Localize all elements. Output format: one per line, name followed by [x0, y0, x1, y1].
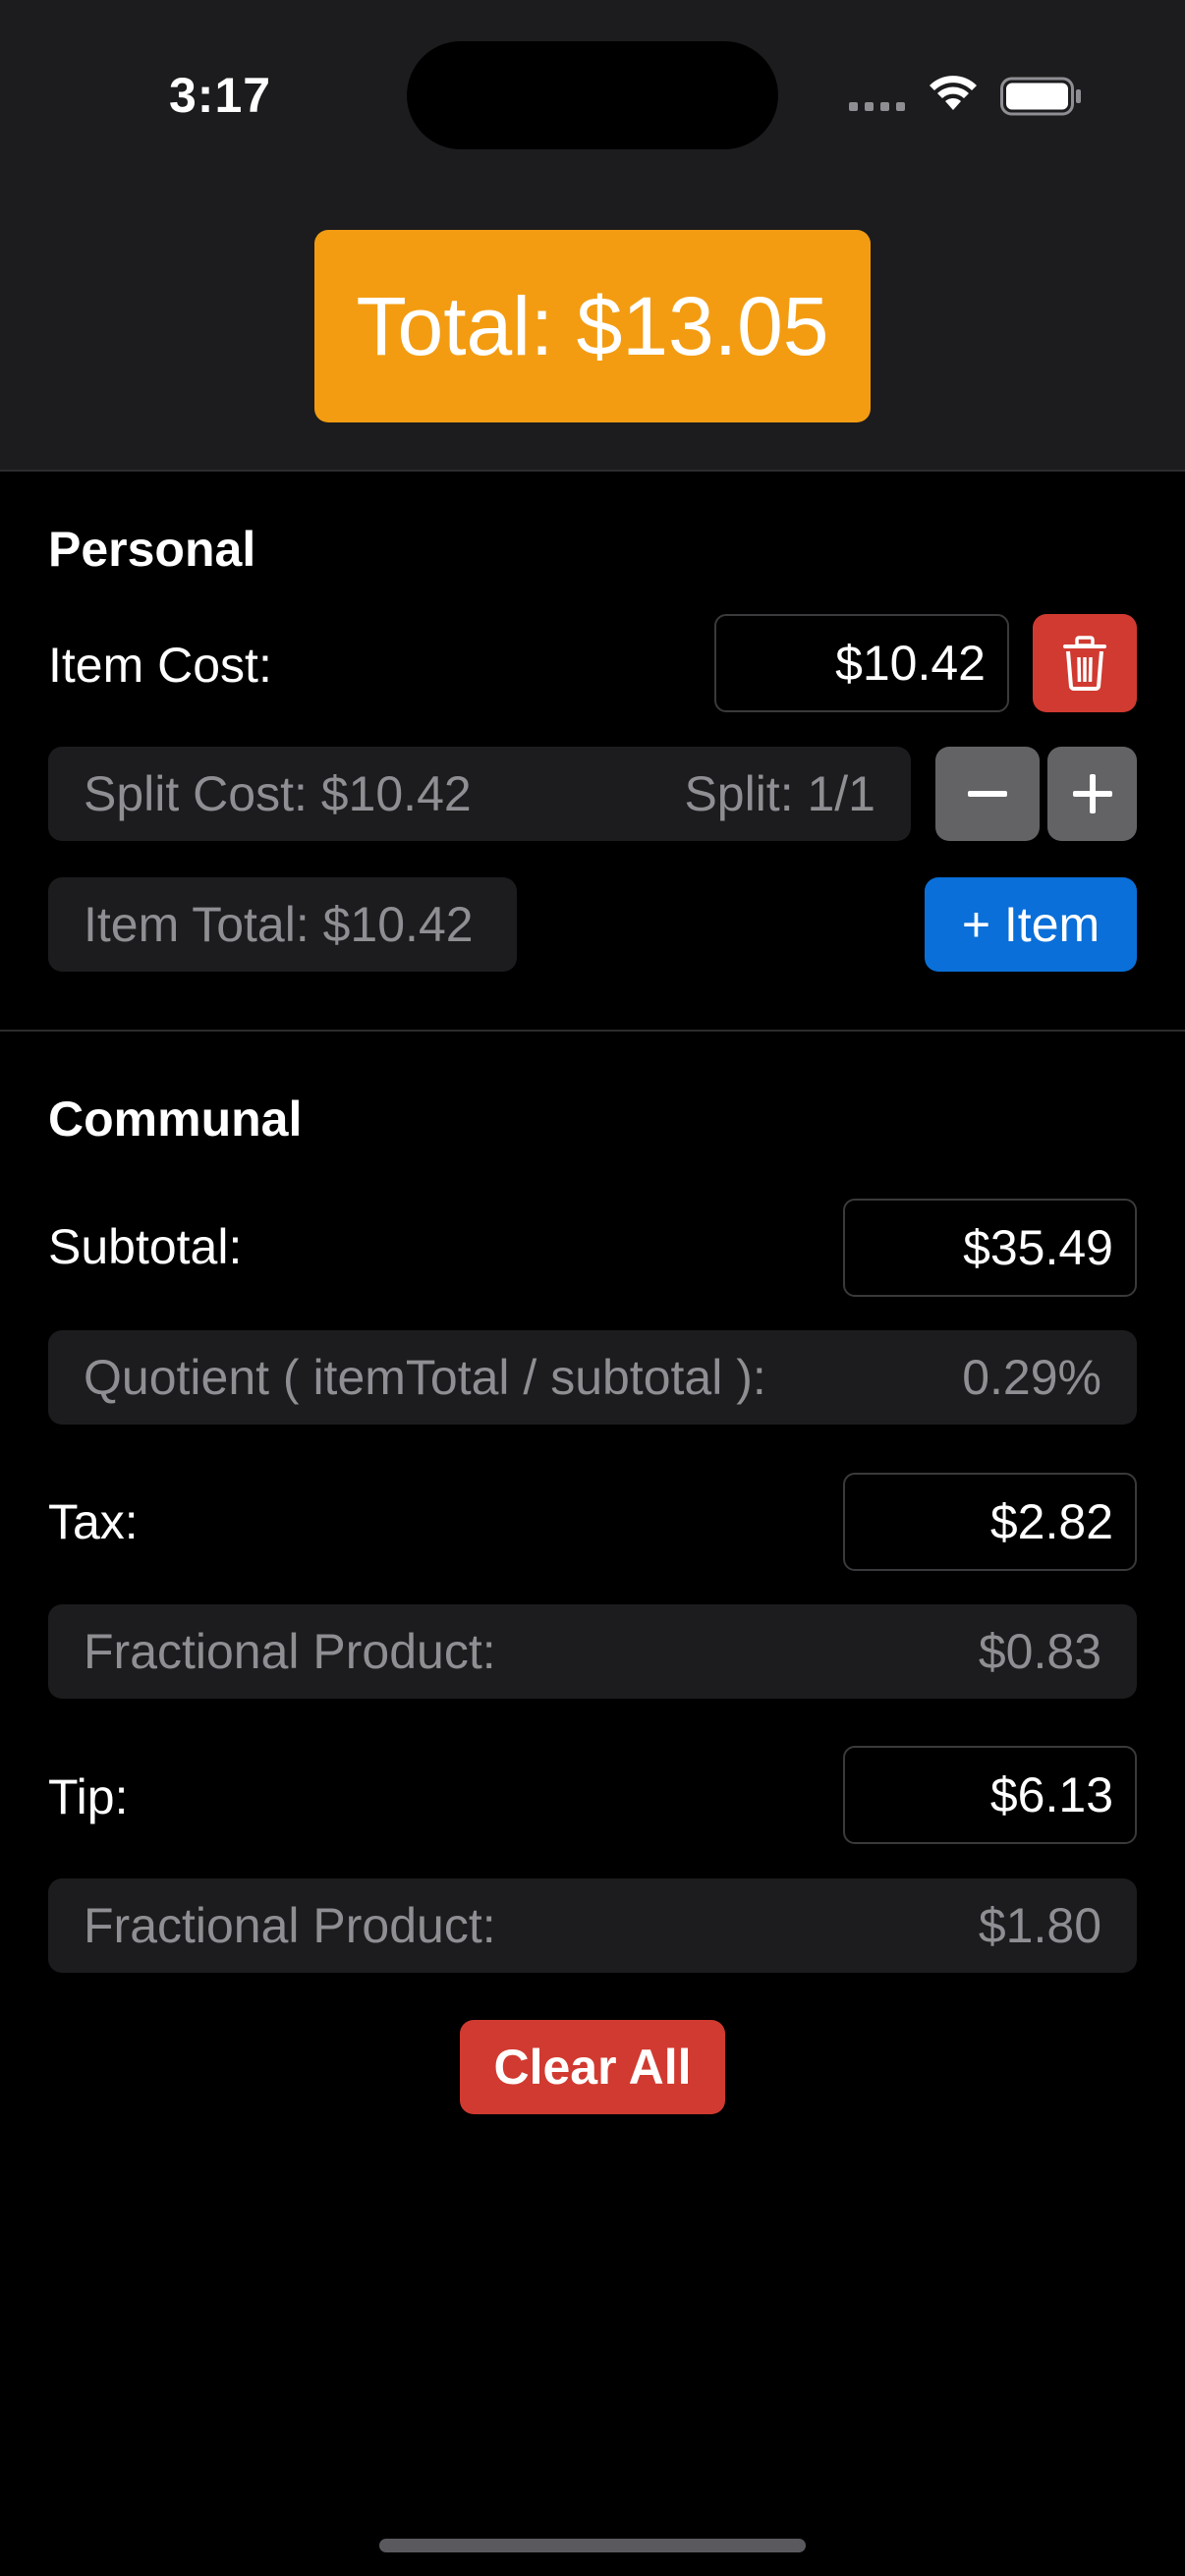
split-cost-text: Split Cost: $10.42 — [84, 766, 472, 821]
trash-icon — [1063, 636, 1106, 691]
personal-section-title: Personal — [48, 522, 256, 577]
subtotal-input[interactable]: $35.49 — [843, 1199, 1137, 1297]
decrement-split-button[interactable] — [935, 747, 1040, 841]
tip-fraction-value: $1.80 — [978, 1898, 1101, 1953]
tax-fraction-label: Fractional Product: — [84, 1624, 496, 1679]
delete-item-button[interactable] — [1033, 614, 1137, 712]
tip-label: Tip: — [48, 1769, 129, 1824]
communal-section-title: Communal — [48, 1092, 303, 1147]
tax-fraction-pill: Fractional Product: $0.83 — [48, 1604, 1137, 1699]
tip-fraction-pill: Fractional Product: $1.80 — [48, 1878, 1137, 1973]
tip-input[interactable]: $6.13 — [843, 1746, 1137, 1844]
minus-icon — [968, 791, 1007, 797]
cellular-signal-icon — [849, 102, 905, 111]
home-indicator[interactable] — [379, 2539, 806, 2552]
item-cost-value: $10.42 — [835, 636, 986, 691]
item-cost-label: Item Cost: — [48, 638, 272, 693]
split-ratio-text: Split: 1/1 — [684, 766, 875, 821]
total-button[interactable]: Total: $13.05 — [314, 230, 871, 422]
tax-fraction-value: $0.83 — [978, 1624, 1101, 1679]
clear-all-button[interactable]: Clear All — [460, 2020, 725, 2114]
add-item-button[interactable]: + Item — [925, 877, 1137, 972]
quotient-value: 0.29% — [962, 1350, 1101, 1405]
tax-label: Tax: — [48, 1494, 139, 1549]
status-time: 3:17 — [169, 68, 272, 123]
subtotal-value: $35.49 — [963, 1220, 1113, 1275]
tip-value: $6.13 — [989, 1767, 1113, 1822]
tax-value: $2.82 — [989, 1494, 1113, 1549]
item-total-text: Item Total: $10.42 — [84, 897, 474, 952]
subtotal-label: Subtotal: — [48, 1219, 243, 1274]
wifi-icon — [930, 76, 977, 110]
item-total-pill: Item Total: $10.42 — [48, 877, 517, 972]
tip-fraction-label: Fractional Product: — [84, 1898, 496, 1953]
item-cost-input[interactable]: $10.42 — [714, 614, 1009, 712]
quotient-label: Quotient ( itemTotal / subtotal ): — [84, 1350, 766, 1405]
header: 3:17 Total: $13.05 — [0, 0, 1185, 472]
battery-icon — [1000, 77, 1081, 116]
section-divider — [0, 1030, 1185, 1032]
increment-split-button[interactable] — [1047, 747, 1137, 841]
quotient-pill: Quotient ( itemTotal / subtotal ): 0.29% — [48, 1330, 1137, 1425]
dynamic-island — [407, 41, 778, 149]
split-cost-pill: Split Cost: $10.42 Split: 1/1 — [48, 747, 911, 841]
tax-input[interactable]: $2.82 — [843, 1473, 1137, 1571]
plus-icon — [1072, 774, 1112, 813]
